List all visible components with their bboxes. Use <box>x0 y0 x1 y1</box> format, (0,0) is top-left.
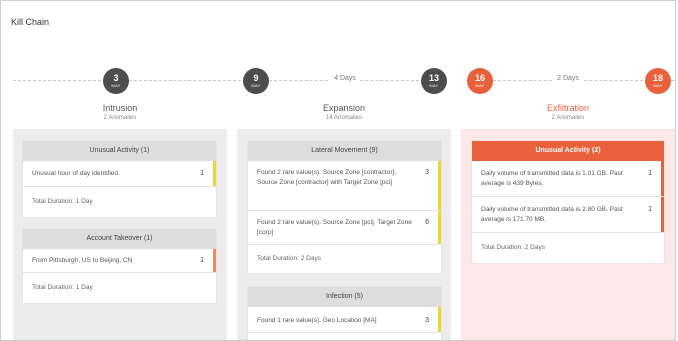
stage-column-expansion: Lateral Movement (9) Found 2 rare value(… <box>237 129 451 340</box>
anomaly-text: Found 1 rare value(s). Geo Location [MA] <box>257 317 377 324</box>
stage-column-intrusion: Unusual Activity (1) Unusual hour of day… <box>13 129 227 340</box>
date-month: MAY <box>429 83 439 88</box>
anomaly-card: Unusual Activity (1) Unusual hour of day… <box>23 141 216 217</box>
date-day: 3 <box>113 73 119 83</box>
anomaly-count: 14 Anomalies <box>325 115 363 121</box>
anomaly-count: 2 Anomalies <box>551 115 585 121</box>
stage-name: Expansion <box>322 103 366 113</box>
stage-header-intrusion: Intrusion 2 Anomalies <box>20 102 220 123</box>
stage-name: Exfiltration <box>546 103 590 113</box>
anomaly-text: Unusual hour of day identified. <box>32 170 120 177</box>
card-title[interactable]: Unusual Activity (2) <box>472 141 664 161</box>
stage-header-exfiltration: Exfiltration 2 Anomalies <box>468 102 668 123</box>
anomaly-row[interactable]: Unusual hour of day identified. 1 <box>23 161 216 187</box>
date-month: MAY <box>653 83 663 88</box>
date-node[interactable]: 18 MAY <box>645 68 671 94</box>
card-title[interactable]: Unusual Activity (1) <box>23 141 216 161</box>
date-month: MAY <box>475 83 485 88</box>
date-day: 16 <box>474 73 485 83</box>
severity-bar <box>438 307 441 332</box>
anomaly-text: From Pittsburgh, US to Beijing, CN <box>32 257 133 264</box>
anomaly-row[interactable]: From Pittsburgh, US to Beijing, CN 1 <box>23 249 216 273</box>
stage-name: Intrusion <box>102 103 138 113</box>
date-month: MAY <box>111 83 121 88</box>
severity-bar <box>438 161 441 210</box>
page-title: Kill Chain <box>11 17 50 27</box>
timeline-line <box>671 80 675 81</box>
timeline: 4 Days 2 Days 3 MAY 9 MAY 13 MAY 16 MAY … <box>1 65 675 101</box>
anomaly-count-value: 3 <box>425 169 429 176</box>
anomaly-card: Unusual Activity (2) Daily volume of tra… <box>472 141 664 263</box>
total-duration: Total Duration: 1 Day <box>32 284 93 291</box>
gap-label: 2 Days <box>553 75 583 82</box>
card-title[interactable]: Infection (5) <box>248 287 441 307</box>
severity-bar <box>213 249 216 272</box>
anomaly-card: Infection (5) Found 1 rare value(s). Geo… <box>248 287 441 340</box>
anomaly-card: Lateral Movement (9) Found 2 rare value(… <box>248 141 441 273</box>
severity-bar <box>661 197 664 232</box>
anomaly-card: Account Takeover (1) From Pittsburgh, US… <box>23 229 216 303</box>
date-month: MAY <box>251 83 261 88</box>
total-duration: Total Duration: 1 Day <box>32 198 93 205</box>
date-day: 9 <box>253 73 259 83</box>
total-duration: Total Duration: 2 Days <box>481 244 545 251</box>
stage-header-expansion: Expansion 14 Anomalies <box>244 102 444 123</box>
kill-chain-panel: Kill Chain 4 Days 2 Days 3 MAY 9 MAY 13 … <box>0 0 676 341</box>
anomaly-count-value: 3 <box>425 317 429 324</box>
timeline-line <box>129 80 241 81</box>
total-duration: Total Duration: 2 Days <box>257 255 321 262</box>
anomaly-count-value: 6 <box>425 219 429 226</box>
date-day: 13 <box>428 73 439 83</box>
anomaly-row[interactable]: Daily volume of transmitted data is 2.80… <box>472 197 664 233</box>
date-day: 18 <box>652 73 663 83</box>
gap-label: 4 Days <box>330 75 360 82</box>
card-title[interactable]: Lateral Movement (9) <box>248 141 441 161</box>
anomaly-row[interactable]: Daily volume of transmitted data is 1.01… <box>472 161 664 197</box>
date-node[interactable]: 16 MAY <box>467 68 493 94</box>
card-title[interactable]: Account Takeover (1) <box>23 229 216 249</box>
anomaly-text: Found 2 rare value(s). Source Zone [cont… <box>257 169 397 186</box>
stage-column-exfiltration: Unusual Activity (2) Daily volume of tra… <box>461 129 675 340</box>
anomaly-text: Daily volume of transmitted data is 2.80… <box>481 206 623 223</box>
anomaly-row[interactable]: Found 1 rare value(s). Geo Location [MA]… <box>248 307 441 333</box>
timeline-line <box>13 80 101 81</box>
severity-bar <box>438 211 441 244</box>
severity-bar <box>661 161 664 196</box>
anomaly-count-value: 1 <box>200 257 204 264</box>
severity-bar <box>213 161 216 186</box>
anomaly-count-value: 1 <box>200 170 204 177</box>
anomaly-text: Found 2 rare value(s). Source Zone [pci]… <box>257 219 412 236</box>
anomaly-row[interactable]: Found 2 rare value(s). Source Zone [cont… <box>248 161 441 211</box>
date-node[interactable]: 9 MAY <box>243 68 269 94</box>
date-node[interactable]: 3 MAY <box>103 68 129 94</box>
anomaly-count-value: 1 <box>648 170 652 177</box>
date-node[interactable]: 13 MAY <box>421 68 447 94</box>
anomaly-row[interactable]: Found 2 rare value(s). Source Zone [pci]… <box>248 211 441 245</box>
anomaly-text: Daily volume of transmitted data is 1.01… <box>481 170 623 187</box>
anomaly-count-value: 1 <box>648 206 652 213</box>
anomaly-count: 2 Anomalies <box>103 115 137 121</box>
